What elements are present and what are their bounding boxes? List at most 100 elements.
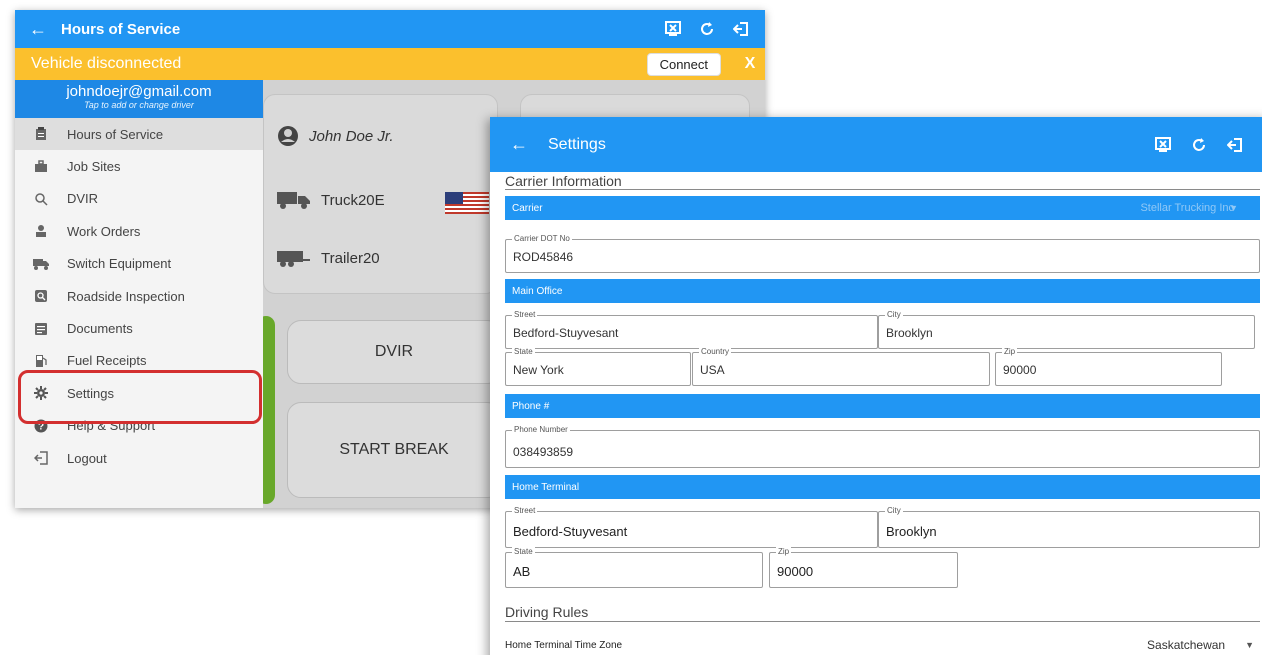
settings-title: Settings (548, 135, 606, 153)
logout-icon (15, 451, 67, 465)
dvir-button[interactable]: DVIR (287, 320, 501, 384)
us-flag-icon (445, 192, 489, 214)
carrier-dot-field[interactable]: Carrier DOT No ROD45846 (505, 234, 1260, 273)
disconnect-device-icon[interactable] (665, 21, 681, 37)
drawer-item-documents[interactable]: Documents (15, 312, 263, 344)
zip-label: Zip (776, 547, 792, 557)
worker-icon (15, 224, 67, 238)
truck-row: Truck20E (277, 190, 385, 210)
drawer-item-work-orders[interactable]: Work Orders (15, 215, 263, 247)
street-value: Bedford-Stuyvesant (513, 524, 628, 539)
section-divider (505, 189, 1260, 190)
drawer-header[interactable]: johndoejr@gmail.com Tap to add or change… (15, 80, 263, 118)
truck-icon (277, 190, 311, 210)
dropdown-caret-icon: ▼ (1229, 203, 1238, 213)
zip-value: 90000 (1003, 363, 1037, 377)
main-office-country-field[interactable]: Country USA (692, 347, 990, 386)
fuel-icon (15, 354, 67, 368)
driver-name: John Doe Jr. (309, 127, 394, 145)
country-label: Country (699, 347, 732, 357)
main-office-label: Main Office (512, 285, 563, 297)
drawer-item-label: Documents (67, 321, 133, 337)
main-office-zip-field[interactable]: Zip 90000 (995, 347, 1222, 386)
driver-row: John Doe Jr. (277, 125, 394, 147)
drawer-item-label: Switch Equipment (67, 256, 172, 272)
zip-value: 90000 (777, 564, 814, 579)
zip-label: Zip (1002, 347, 1018, 357)
clipboard-icon (15, 127, 67, 141)
phone-number-field[interactable]: Phone Number 038493859 (505, 425, 1260, 468)
drawer-item-switch-equipment[interactable]: Switch Equipment (15, 248, 263, 280)
trailer-icon (277, 248, 311, 268)
back-arrow-icon[interactable]: ← (15, 19, 61, 40)
start-break-button[interactable]: START BREAK (287, 402, 501, 498)
state-label: State (512, 347, 535, 357)
state-value: New York (513, 363, 564, 377)
country-value: USA (700, 363, 725, 377)
drawer-item-roadside-inspection[interactable]: Roadside Inspection (15, 280, 263, 312)
hos-title: Hours of Service (61, 20, 181, 38)
truck-label: Truck20E (321, 191, 385, 209)
drawer-item-label: Roadside Inspection (67, 288, 185, 304)
vehicle-disconnected-text: Vehicle disconnected (31, 55, 182, 72)
state-label: State (512, 547, 535, 557)
drawer-item-label: Hours of Service (67, 126, 164, 142)
phone-header-label: Phone # (512, 400, 550, 412)
main-office-city-field[interactable]: City Brooklyn (878, 310, 1255, 349)
briefcase-icon (15, 159, 67, 174)
refresh-icon[interactable] (699, 21, 715, 37)
carrier-label: Carrier (512, 202, 543, 214)
drawer-item-dvir[interactable]: DVIR (15, 183, 263, 215)
street-value: Bedford-Stuyvesant (513, 326, 619, 340)
document-icon (15, 322, 67, 336)
city-value: Brooklyn (886, 524, 937, 539)
phone-number-value: 038493859 (513, 445, 574, 459)
home-terminal-street-field[interactable]: Street Bedford-Stuyvesant (505, 506, 878, 548)
driver-email: johndoejr@gmail.com (66, 83, 212, 100)
street-label: Street (512, 310, 538, 320)
time-zone-label: Home Terminal Time Zone (505, 639, 623, 651)
carrier-dot-label: Carrier DOT No (512, 234, 572, 244)
drawer-item-hours-of-service[interactable]: Hours of Service (15, 118, 263, 151)
drawer-item-logout[interactable]: Logout (15, 442, 263, 474)
drawer-item-label: Fuel Receipts (67, 353, 147, 369)
city-value: Brooklyn (886, 326, 933, 340)
home-terminal-zip-field[interactable]: Zip 90000 (769, 547, 958, 588)
settings-app-bar: ← Settings (490, 117, 1262, 172)
drawer-item-job-sites[interactable]: Job Sites (15, 150, 263, 182)
drawer-item-label: Logout (67, 450, 107, 466)
user-icon (277, 125, 299, 147)
connect-button[interactable]: Connect (646, 52, 721, 76)
carrier-dot-value: ROD45846 (513, 250, 574, 264)
trailer-label: Trailer20 (321, 249, 380, 267)
disconnect-device-icon[interactable] (1155, 136, 1171, 153)
back-arrow-icon[interactable]: ← (490, 134, 548, 155)
settings-window: ← Settings Carrier Information Carrier S… (490, 117, 1262, 655)
home-terminal-city-field[interactable]: City Brooklyn (878, 506, 1260, 548)
refresh-icon[interactable] (1191, 137, 1207, 153)
navigation-drawer: johndoejr@gmail.com Tap to add or change… (15, 80, 263, 508)
close-banner-button[interactable]: X (735, 55, 765, 73)
street-label: Street (512, 506, 538, 516)
logout-icon[interactable] (1227, 137, 1243, 153)
dropdown-caret-icon: ▼ (1245, 640, 1254, 650)
home-terminal-state-field[interactable]: State AB (505, 547, 763, 588)
state-value: AB (513, 564, 531, 579)
phone-number-label: Phone Number (512, 425, 570, 435)
phone-header: Phone # (505, 394, 1260, 418)
carrier-information-heading: Carrier Information (505, 173, 622, 189)
vehicle-status-banner: Vehicle disconnected Connect X (15, 48, 765, 80)
logout-icon[interactable] (733, 21, 749, 37)
inspection-icon (15, 289, 67, 303)
drawer-item-label: Work Orders (67, 223, 141, 239)
carrier-selector[interactable]: Carrier Stellar Trucking Inc ▼ (505, 196, 1260, 220)
city-label: City (885, 506, 903, 516)
home-terminal-label: Home Terminal (512, 481, 580, 493)
main-office-street-field[interactable]: Street Bedford-Stuyvesant (505, 310, 878, 349)
city-label: City (885, 310, 903, 320)
home-terminal-header: Home Terminal (505, 475, 1260, 499)
home-terminal-time-zone-row[interactable]: Home Terminal Time Zone Saskatchewan ▼ (505, 638, 1260, 652)
drawer-item-label: Job Sites (67, 159, 121, 175)
carrier-value: Stellar Trucking Inc (1140, 202, 1234, 214)
main-office-state-field[interactable]: State New York (505, 347, 691, 386)
